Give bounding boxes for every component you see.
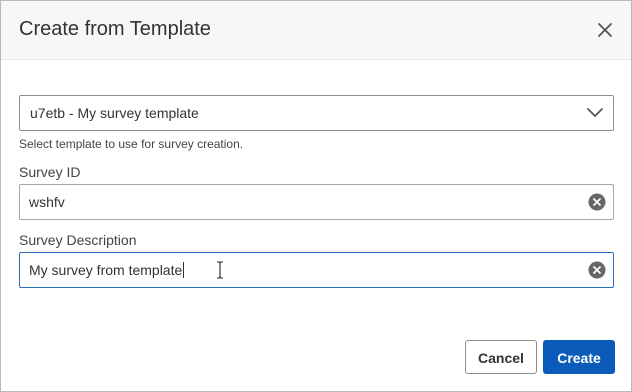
- survey-description-value-wrap: My survey from template: [29, 262, 185, 278]
- survey-description-input[interactable]: My survey from template: [19, 252, 614, 288]
- dialog-header: Create from Template: [1, 1, 631, 60]
- template-select-value: u7etb - My survey template: [30, 105, 199, 121]
- clear-circle-icon[interactable]: [588, 193, 606, 211]
- text-caret: [183, 262, 185, 278]
- survey-id-label: Survey ID: [19, 164, 81, 180]
- dialog-title: Create from Template: [19, 18, 211, 40]
- chevron-down-icon: [587, 108, 603, 117]
- template-help-text: Select template to use for survey creati…: [19, 137, 244, 151]
- text-cursor-icon: [217, 261, 223, 279]
- create-button[interactable]: Create: [543, 340, 615, 374]
- survey-description-label: Survey Description: [19, 232, 137, 248]
- close-icon: [598, 23, 612, 37]
- cancel-button[interactable]: Cancel: [465, 340, 537, 374]
- template-select[interactable]: u7etb - My survey template: [19, 95, 614, 131]
- survey-id-input[interactable]: wshfv: [19, 184, 614, 220]
- close-button[interactable]: [595, 20, 615, 40]
- survey-description-value: My survey from template: [29, 262, 183, 278]
- survey-id-value: wshfv: [29, 194, 65, 210]
- clear-circle-icon[interactable]: [588, 261, 606, 279]
- create-from-template-dialog: Create from Template u7etb - My survey t…: [0, 0, 632, 392]
